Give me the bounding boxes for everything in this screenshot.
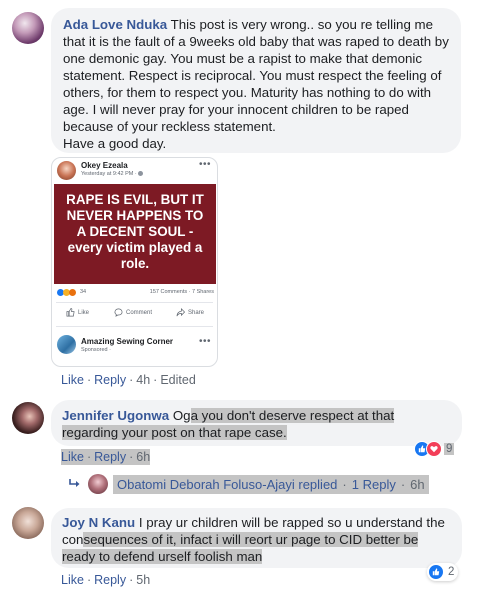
- comment-icon: [114, 308, 123, 317]
- post-comment-button: Comment: [114, 308, 152, 317]
- like-link[interactable]: Like: [61, 373, 84, 387]
- comment-bubble-ada: Ada Love Nduka This post is very wrong..…: [51, 8, 461, 153]
- love-reaction-icon: [426, 441, 442, 457]
- comment-author[interactable]: Jennifer Ugonwa: [62, 408, 169, 423]
- comment-author[interactable]: Joy N Kanu: [62, 515, 135, 530]
- post-reaction-icons: [57, 289, 76, 296]
- reaction-count: 2: [448, 566, 455, 578]
- avatar-ada[interactable]: [12, 12, 44, 44]
- next-page-name: Amazing Sewing Corner: [81, 337, 174, 346]
- next-feed-post: Amazing Sewing Corner Sponsored · •••: [52, 332, 217, 366]
- like-reaction-icon: [428, 564, 444, 580]
- globe-icon: [138, 171, 144, 177]
- like-link[interactable]: Like: [61, 573, 84, 587]
- comment-time[interactable]: 5h: [136, 573, 150, 587]
- reaction-count: 9: [444, 443, 455, 455]
- reply-arrow-icon: [69, 479, 80, 487]
- post-comment-share-count: 157 Comments · 7 Shares: [149, 289, 214, 295]
- angry-reaction-icon: [69, 289, 76, 296]
- divider: [56, 326, 213, 327]
- comment-bubble-jennifer: Jennifer Ugonwa Oga you don't deserve re…: [51, 400, 462, 446]
- comment-text: This post is very wrong.. so you re tell…: [63, 17, 449, 134]
- reply-count: 1 Reply: [351, 476, 396, 492]
- avatar-joy[interactable]: [12, 507, 44, 539]
- reply-link[interactable]: Reply: [94, 573, 126, 587]
- comment-actions-highlight: Like · Reply · 6h: [61, 449, 151, 465]
- post-like-button: Like: [66, 308, 89, 317]
- post-reaction-count: 34: [80, 289, 87, 295]
- avatar-jennifer[interactable]: [12, 402, 44, 434]
- reaction-summary-joy[interactable]: 2: [427, 563, 459, 581]
- comment-actions-jennifer: Like · Reply · 6h: [61, 449, 151, 465]
- comment-author[interactable]: Ada Love Nduka: [63, 17, 167, 32]
- post-share-button: Share: [176, 308, 204, 317]
- comment-actions-joy: Like · Reply · 5h: [61, 573, 151, 587]
- post-page-name: Okey Ezeala: [81, 161, 128, 170]
- post-stats-row: 34 157 Comments · 7 Shares: [52, 289, 217, 301]
- reply-link[interactable]: Reply: [94, 450, 126, 464]
- reaction-summary-jennifer[interactable]: 9: [414, 441, 455, 457]
- reply-author: Obatomi Deborah Foluso-Ajayi: [117, 476, 295, 492]
- post-timestamp: Yesterday at 9:42 PM ·: [81, 171, 144, 177]
- edited-label[interactable]: Edited: [160, 373, 195, 387]
- reply-thread-text: Obatomi Deborah Foluso-Ajayi replied · 1 R…: [113, 474, 429, 494]
- like-link[interactable]: Like: [61, 450, 84, 464]
- more-options-icon: •••: [198, 336, 211, 347]
- next-page-avatar: [57, 335, 76, 354]
- comment-bubble-joy: Joy N Kanu I pray ur children will be ra…: [51, 508, 462, 568]
- share-icon: [176, 308, 185, 317]
- comment-time[interactable]: 4h: [136, 373, 150, 387]
- comment-actions-ada: Like · Reply · 4h · Edited: [61, 373, 196, 387]
- divider: [56, 302, 213, 303]
- next-page-sub: Sponsored ·: [81, 347, 111, 353]
- embedded-post-image[interactable]: Okey Ezeala Yesterday at 9:42 PM · ••• R…: [51, 157, 218, 367]
- reply-thread-link[interactable]: Obatomi Deborah Foluso-Ajayi replied · 1 R…: [69, 473, 429, 495]
- post-banner-text: RAPE IS EVIL, BUT IT NEVER HAPPENS TO A …: [54, 184, 216, 284]
- post-header: Okey Ezeala Yesterday at 9:42 PM · •••: [52, 158, 217, 184]
- comment-time[interactable]: 6h: [136, 450, 150, 464]
- post-page-avatar: [57, 161, 76, 180]
- more-options-icon: •••: [198, 159, 211, 170]
- comment-text-signoff: Have a good day.: [63, 136, 167, 151]
- post-action-row: Like Comment Share: [52, 308, 217, 322]
- replied-label: replied: [298, 476, 338, 492]
- avatar-obatomi: [88, 474, 108, 494]
- reply-time: 6h: [410, 476, 425, 492]
- thumbs-up-icon: [66, 308, 75, 317]
- reply-link[interactable]: Reply: [94, 373, 126, 387]
